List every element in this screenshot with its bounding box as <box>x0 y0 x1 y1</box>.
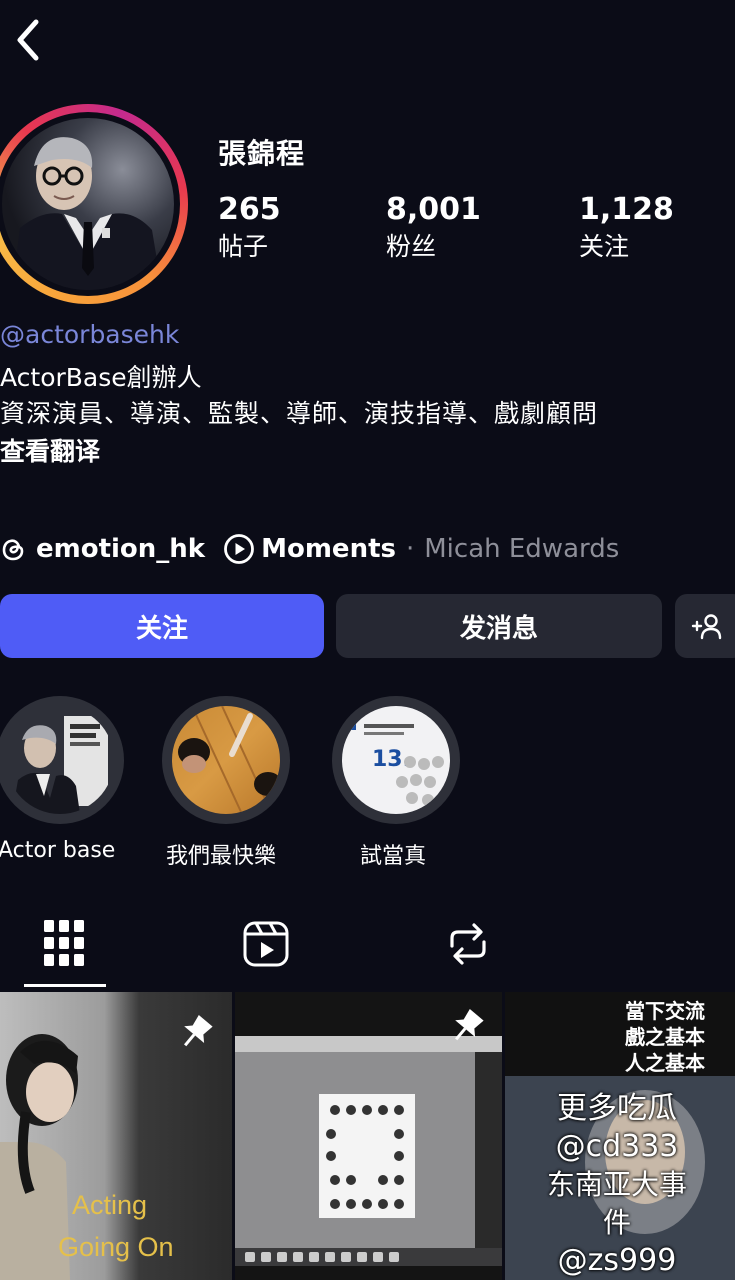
stat-following[interactable]: 1,128 关注 <box>579 192 674 263</box>
separator-dot: · <box>405 534 415 564</box>
stat-followers-label: 粉丝 <box>386 232 437 261</box>
post-caption: 戲之基本 <box>625 1025 705 1049</box>
play-circle-icon <box>224 534 255 564</box>
stat-following-value: 1,128 <box>579 192 674 227</box>
bio-line-1: ActorBase創辦人 <box>0 363 202 392</box>
avatar[interactable] <box>2 118 174 290</box>
highlight-label: 我們最快樂 <box>166 844 277 869</box>
highlight-label: Actor base <box>0 838 116 863</box>
threads-handle-link[interactable]: emotion_hk <box>36 534 205 564</box>
highlight-real-deal-image: 13. <box>346 720 444 806</box>
bio-line-2: 資深演員、導演、監製、導師、演技指導、戲劇顧問 <box>0 399 599 428</box>
tab-reposts[interactable] <box>446 920 490 972</box>
follow-button[interactable]: 关注 <box>0 594 324 658</box>
moments-link[interactable]: Moments <box>261 534 396 564</box>
back-button[interactable] <box>12 18 48 62</box>
profile-links-row: emotion_hk Moments · Micah Edwards <box>0 533 619 565</box>
see-translation-link[interactable]: 查看翻译 <box>0 432 100 468</box>
post-caption: Going On <box>58 1232 174 1262</box>
post-tile[interactable]: Acting Going On <box>0 992 232 1280</box>
suggest-people-button[interactable] <box>675 594 735 658</box>
highlight-actor-base-image <box>12 716 108 814</box>
highlight-happiest[interactable] <box>172 706 280 814</box>
stat-followers-value: 8,001 <box>386 192 481 227</box>
chevron-left-icon <box>17 19 39 61</box>
grid-icon <box>44 920 84 966</box>
stat-following-label: 关注 <box>579 232 630 261</box>
watermark-text: 更多吃瓜 @cd333 东南亚大事件 @zs999 <box>536 1090 698 1280</box>
post-caption: Acting <box>72 1190 147 1220</box>
add-user-icon <box>691 614 722 640</box>
post-image <box>235 1009 502 1266</box>
profile-handle[interactable]: @actorbasehk <box>0 320 179 349</box>
watermark-line: 更多吃瓜 <box>557 1091 677 1126</box>
highlight-real-deal[interactable]: 13. <box>342 706 450 814</box>
stat-posts-value: 265 <box>218 192 281 227</box>
post-caption: 當下交流 <box>625 999 705 1023</box>
post-image: Acting Going On <box>0 1015 213 1280</box>
post-caption: 人之基本 <box>625 1051 705 1075</box>
display-name: 張錦程 <box>218 137 306 170</box>
tab-posts-grid[interactable] <box>44 920 84 970</box>
reels-icon <box>243 921 289 967</box>
highlight-label: 試當真 <box>360 844 427 869</box>
post-tile[interactable] <box>235 992 502 1280</box>
stat-posts[interactable]: 265 帖子 <box>218 192 281 263</box>
watermark-line: @zs999 <box>557 1243 677 1278</box>
stat-posts-label: 帖子 <box>218 232 269 261</box>
highlight-actor-base[interactable] <box>6 706 114 814</box>
threads-icon <box>2 539 24 561</box>
pin-icon <box>183 1015 213 1047</box>
message-button[interactable]: 发消息 <box>336 594 662 658</box>
watermark-line: 东南亚大事件 <box>546 1168 687 1239</box>
avatar-portrait <box>12 137 162 290</box>
tab-reels[interactable] <box>242 920 290 972</box>
stat-followers[interactable]: 8,001 粉丝 <box>386 192 481 263</box>
highlight-happiest-image <box>178 706 280 814</box>
moments-artist: Micah Edwards <box>424 534 620 564</box>
reposts-icon <box>450 923 486 965</box>
watermark-line: @cd333 <box>555 1129 679 1164</box>
active-tab-indicator <box>24 984 106 987</box>
